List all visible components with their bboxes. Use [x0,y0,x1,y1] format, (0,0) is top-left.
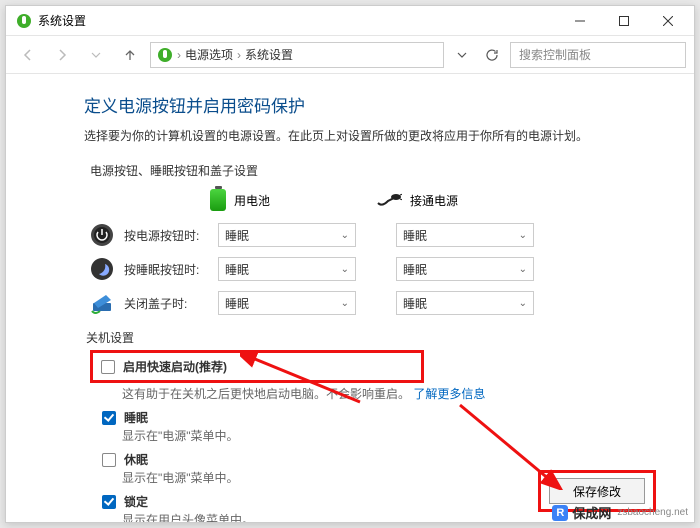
chevron-down-icon: ⌄ [341,230,349,241]
up-button[interactable] [116,41,144,69]
chevron-down-icon: ⌄ [341,298,349,309]
hibernate-checkbox[interactable] [102,453,116,467]
column-headers: 用电池 接通电源 [210,189,664,211]
page-description: 选择要为你的计算机设置的电源设置。在此页上对设置所做的更改将应用于你所有的电源计… [84,127,664,144]
row-close-lid: 关闭盖子时: 睡眠⌄ 睡眠⌄ [90,291,664,315]
chevron-down-icon: ⌄ [341,264,349,275]
sleep-label: 睡眠 [124,409,148,426]
power-button-icon [90,223,114,247]
hibernate-label: 休眠 [124,451,148,468]
watermark-text: 保成网 [572,503,611,522]
sleep-desc: 显示在"电源"菜单中。 [122,427,664,444]
col-plugged-label: 接通电源 [410,192,458,209]
recent-button[interactable] [82,41,110,69]
breadcrumb-item[interactable]: 系统设置 [245,46,293,63]
window-title: 系统设置 [38,12,86,29]
breadcrumb-sep: › [237,48,241,62]
watermark-url: zsbaocheng.net [617,507,688,518]
nav-bar: › 电源选项 › 系统设置 搜索控制面板 [6,36,694,74]
power-btn-plugged-select[interactable]: 睡眠⌄ [396,223,534,247]
row-label: 按电源按钮时: [124,227,208,244]
breadcrumb-sep: › [177,48,181,62]
search-placeholder: 搜索控制面板 [519,46,591,63]
fast-startup-checkbox[interactable] [101,360,115,374]
chevron-down-icon: ⌄ [519,230,527,241]
hibernate-row: 休眠 [102,451,664,468]
sleep-button-icon [90,257,114,281]
sleep-checkbox[interactable] [102,411,116,425]
lid-plugged-select[interactable]: 睡眠⌄ [396,291,534,315]
fast-startup-desc: 这有助于在关机之后更快地启动电脑。不会影响重启。 了解更多信息 [122,385,664,402]
shutdown-section-title: 关机设置 [86,329,664,346]
row-label: 关闭盖子时: [124,295,208,312]
back-button[interactable] [14,41,42,69]
content-area: 定义电源按钮并启用密码保护 选择要为你的计算机设置的电源设置。在此页上对设置所做… [6,74,694,522]
watermark-logo-icon: R [552,505,568,521]
save-button[interactable]: 保存修改 [549,478,645,504]
row-power-button: 按电源按钮时: 睡眠⌄ 睡眠⌄ [90,223,664,247]
chevron-down-icon: ⌄ [519,264,527,275]
refresh-button[interactable] [480,42,504,68]
row-label: 按睡眠按钮时: [124,261,208,278]
breadcrumb[interactable]: › 电源选项 › 系统设置 [150,42,444,68]
col-battery-label: 用电池 [234,192,270,209]
title-bar: 系统设置 [6,6,694,36]
breadcrumb-dropdown[interactable] [450,42,474,68]
power-btn-battery-select[interactable]: 睡眠⌄ [218,223,356,247]
section-title: 电源按钮、睡眠按钮和盖子设置 [90,162,664,179]
maximize-button[interactable] [602,6,646,36]
sleep-btn-plugged-select[interactable]: 睡眠⌄ [396,257,534,281]
forward-button[interactable] [48,41,76,69]
lid-battery-select[interactable]: 睡眠⌄ [218,291,356,315]
battery-icon [210,189,226,211]
sleep-row: 睡眠 [102,409,664,426]
row-sleep-button: 按睡眠按钮时: 睡眠⌄ 睡眠⌄ [90,257,664,281]
learn-more-link[interactable]: 了解更多信息 [413,387,485,401]
app-icon [16,13,32,29]
search-input[interactable]: 搜索控制面板 [510,42,686,68]
lock-checkbox[interactable] [102,495,116,509]
fast-startup-label: 启用快速启动(推荐) [123,358,227,375]
plug-icon [376,193,402,207]
page-heading: 定义电源按钮并启用密码保护 [84,92,664,117]
sleep-btn-battery-select[interactable]: 睡眠⌄ [218,257,356,281]
watermark: R 保成网 zsbaocheng.net [552,503,688,522]
breadcrumb-icon [157,47,173,63]
highlight-fast-startup: 启用快速启动(推荐) [90,350,424,383]
lid-icon [90,291,114,315]
breadcrumb-item[interactable]: 电源选项 [185,46,233,63]
close-button[interactable] [646,6,690,36]
minimize-button[interactable] [558,6,602,36]
chevron-down-icon: ⌄ [519,298,527,309]
lock-label: 锁定 [124,493,148,510]
